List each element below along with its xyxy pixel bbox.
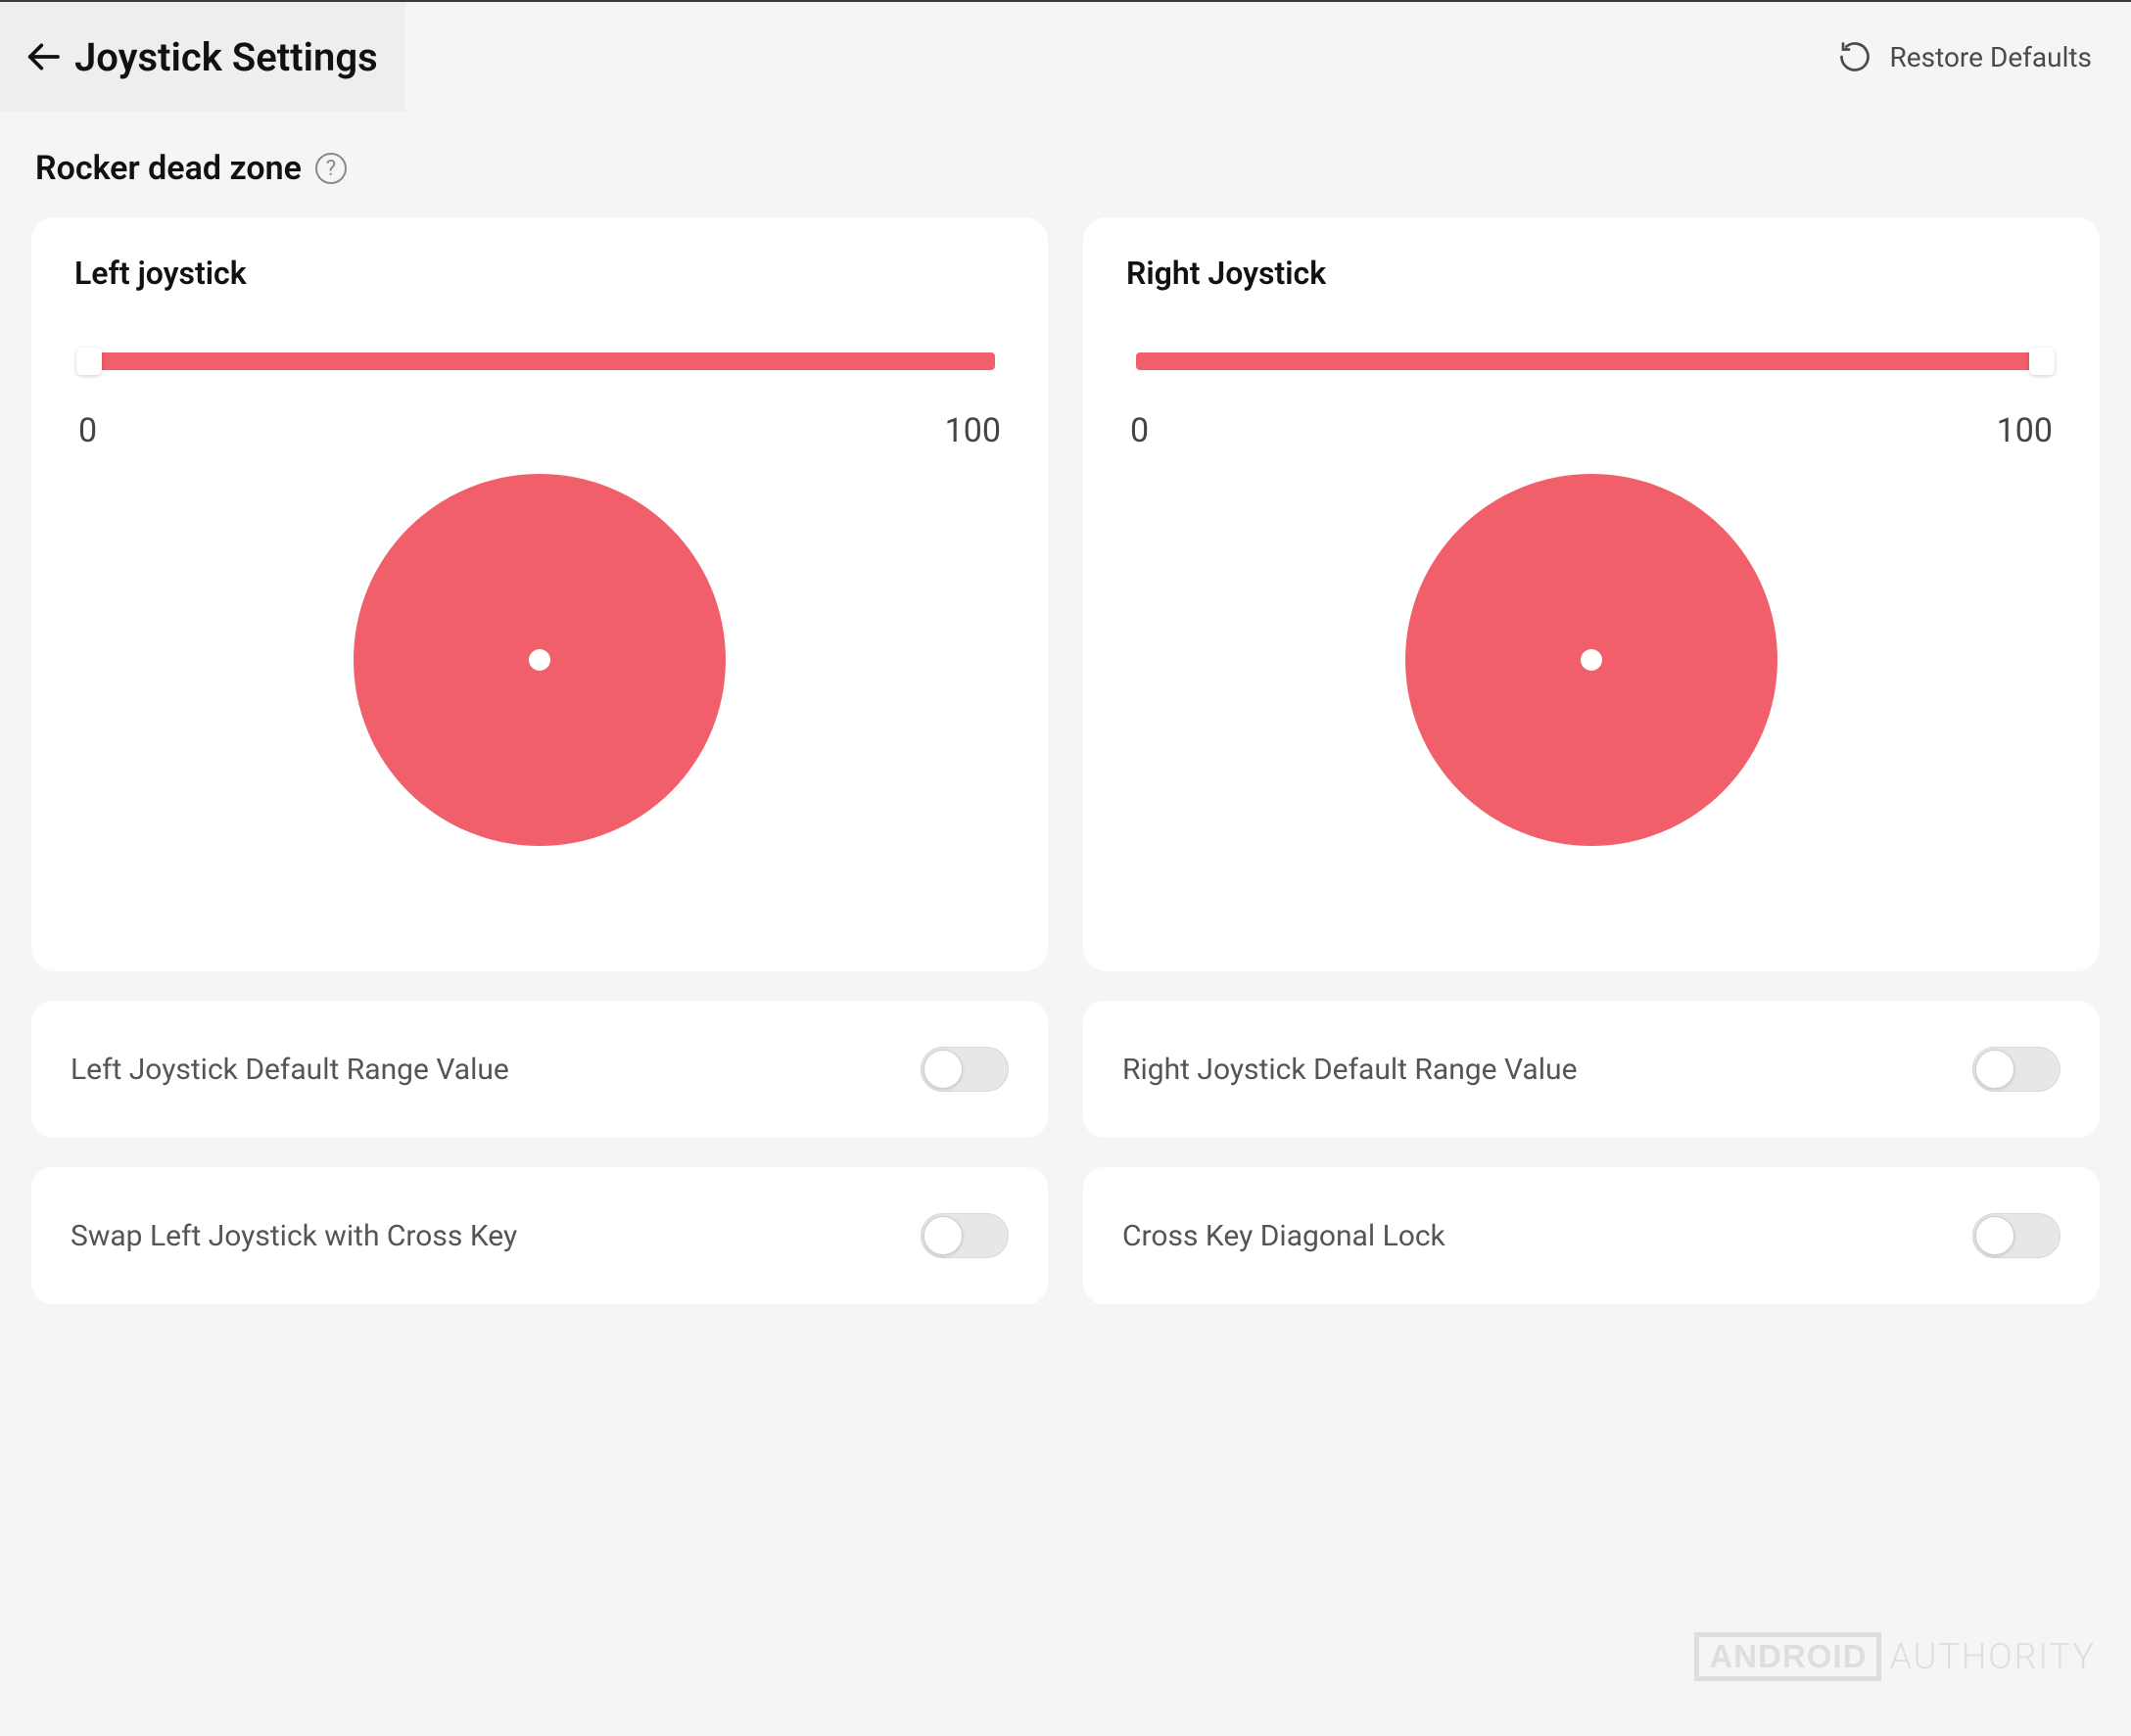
right-deadzone-circle bbox=[1405, 474, 1777, 846]
back-arrow-icon[interactable] bbox=[24, 37, 63, 76]
restore-defaults-button[interactable]: Restore Defaults bbox=[1837, 39, 2131, 74]
left-max-label: 100 bbox=[945, 411, 1001, 450]
left-deadzone-dot bbox=[529, 649, 550, 671]
toggle-knob bbox=[1975, 1050, 2014, 1089]
toggle-knob bbox=[1975, 1216, 2014, 1255]
watermark-brand1: ANDROID bbox=[1694, 1632, 1881, 1681]
right-min-label: 0 bbox=[1130, 411, 1149, 450]
left-deadzone-slider[interactable] bbox=[84, 352, 995, 370]
right-deadzone-slider[interactable] bbox=[1136, 352, 2047, 370]
right-range-toggle[interactable] bbox=[1972, 1047, 2060, 1092]
slider-thumb[interactable] bbox=[2029, 348, 2055, 375]
swap-cross-toggle-row: Swap Left Joystick with Cross Key bbox=[31, 1167, 1048, 1304]
slider-labels: 0 100 bbox=[74, 411, 1005, 450]
page-title: Joystick Settings bbox=[74, 34, 378, 80]
restore-icon bbox=[1837, 39, 1872, 74]
diag-lock-toggle[interactable] bbox=[1972, 1213, 2060, 1258]
left-min-label: 0 bbox=[78, 411, 97, 450]
right-range-label: Right Joystick Default Range Value bbox=[1122, 1053, 1577, 1087]
slider-track bbox=[84, 352, 995, 370]
help-icon[interactable]: ? bbox=[315, 153, 347, 184]
left-joystick-title: Left joystick bbox=[74, 255, 1005, 292]
right-range-toggle-row: Right Joystick Default Range Value bbox=[1083, 1001, 2100, 1138]
watermark: ANDROID AUTHORITY bbox=[1694, 1632, 2096, 1681]
slider-track bbox=[1136, 352, 2047, 370]
slider-thumb[interactable] bbox=[76, 348, 102, 375]
toggle-knob bbox=[923, 1216, 963, 1255]
header: Joystick Settings Restore Defaults bbox=[0, 2, 2131, 112]
slider-labels: 0 100 bbox=[1126, 411, 2057, 450]
section-title: Rocker dead zone bbox=[35, 149, 302, 188]
left-joystick-card: Left joystick 0 100 bbox=[31, 217, 1048, 971]
swap-cross-toggle[interactable] bbox=[921, 1213, 1009, 1258]
header-left: Joystick Settings bbox=[0, 2, 405, 112]
right-joystick-title: Right Joystick bbox=[1126, 255, 2057, 292]
left-deadzone-circle bbox=[354, 474, 726, 846]
right-max-label: 100 bbox=[1997, 411, 2053, 450]
left-range-toggle[interactable] bbox=[921, 1047, 1009, 1092]
right-deadzone-dot bbox=[1581, 649, 1602, 671]
watermark-brand2: AUTHORITY bbox=[1889, 1636, 2096, 1677]
right-joystick-card: Right Joystick 0 100 bbox=[1083, 217, 2100, 971]
diag-lock-label: Cross Key Diagonal Lock bbox=[1122, 1219, 1445, 1253]
left-range-toggle-row: Left Joystick Default Range Value bbox=[31, 1001, 1048, 1138]
swap-cross-label: Swap Left Joystick with Cross Key bbox=[71, 1219, 517, 1253]
left-range-label: Left Joystick Default Range Value bbox=[71, 1053, 509, 1087]
toggle-knob bbox=[923, 1050, 963, 1089]
diag-lock-toggle-row: Cross Key Diagonal Lock bbox=[1083, 1167, 2100, 1304]
restore-defaults-label: Restore Defaults bbox=[1890, 41, 2092, 73]
section-title-row: Rocker dead zone ? bbox=[35, 149, 2100, 188]
